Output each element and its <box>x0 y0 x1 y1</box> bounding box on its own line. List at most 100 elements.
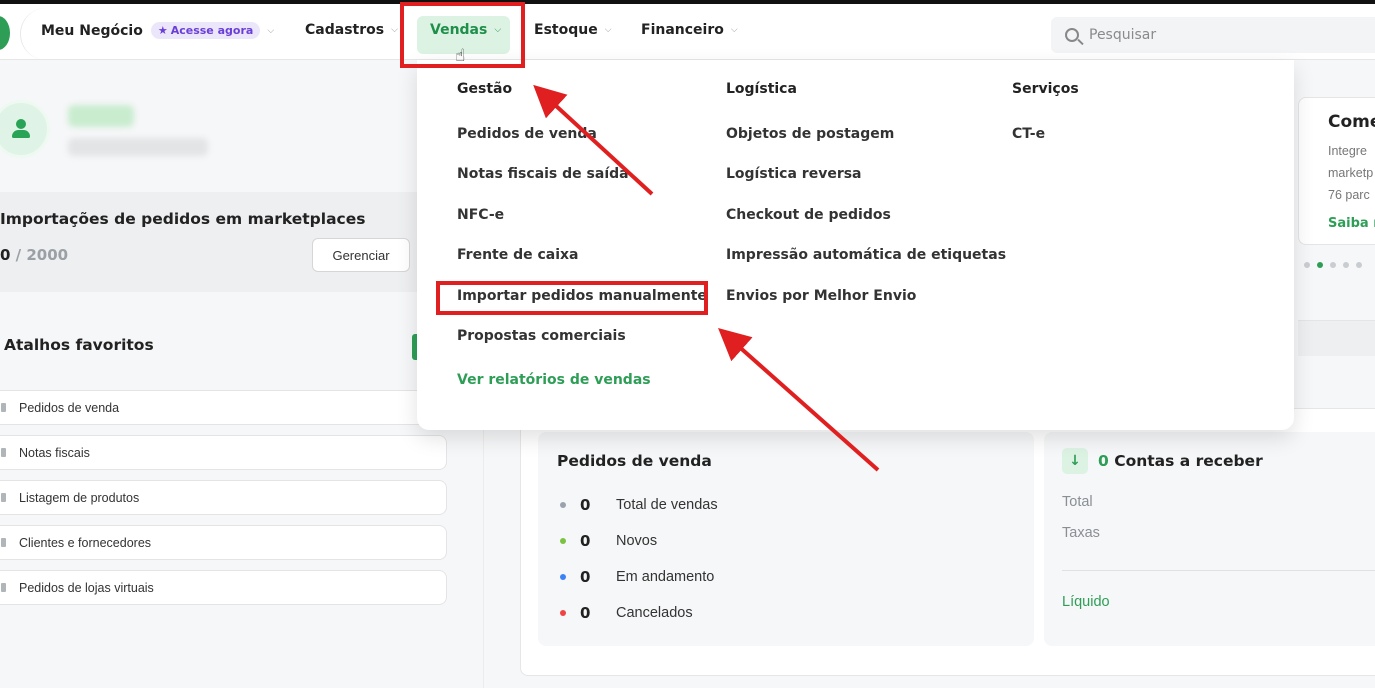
pedidos-row[interactable]: 0 Em andamento <box>557 566 714 588</box>
contas-header: ↓ 0 Contas a receber <box>1062 448 1263 474</box>
top-navbar: Meu Negócio ★ Acesse agora ⌵ Cadastros ⌵ … <box>0 4 1375 60</box>
favorite-item[interactable]: Notas fiscais <box>0 435 447 470</box>
menu-item-checkout-pedidos[interactable]: Checkout de pedidos <box>726 207 891 223</box>
pedidos-row[interactable]: 0 Cancelados <box>557 602 693 624</box>
pedidos-row[interactable]: 0 Total de vendas <box>557 494 718 516</box>
status-dot-icon <box>560 538 566 544</box>
highlight-importar-box <box>436 281 708 315</box>
imports-current: 0 <box>0 246 11 264</box>
contas-title: 0 Contas a receber <box>1098 452 1263 470</box>
document-icon <box>1 403 6 412</box>
nav-financeiro-label: Financeiro <box>641 22 724 38</box>
favorite-item-label: Listagem de produtos <box>19 490 140 505</box>
menu-item-frente-de-caixa[interactable]: Frente de caixa <box>457 247 579 263</box>
document-icon <box>1 448 6 457</box>
hand-cursor-icon: ☝ <box>455 46 466 66</box>
search-input[interactable] <box>1089 27 1329 43</box>
contas-count: 0 <box>1098 452 1109 470</box>
menu-item-nfce[interactable]: NFC-e <box>457 207 504 223</box>
nav-cadastros[interactable]: Cadastros ⌵ <box>305 22 398 38</box>
contas-liquido-label: Líquido <box>1062 594 1110 610</box>
status-dot-icon <box>560 502 566 508</box>
promo-line: 76 parc <box>1328 188 1370 202</box>
avatar[interactable] <box>0 100 50 158</box>
chevron-down-icon: ⌵ <box>391 25 398 35</box>
promo-title: Come <box>1328 112 1375 132</box>
chevron-down-icon: ⌵ <box>267 25 275 36</box>
blurred-company <box>68 138 208 156</box>
imports-separator: / <box>10 246 27 264</box>
favorite-item-label: Pedidos de venda <box>19 400 120 415</box>
menu-item-melhor-envio[interactable]: Envios por Melhor Envio <box>726 288 916 304</box>
favorite-item[interactable]: Listagem de produtos <box>0 480 447 515</box>
favorite-item-label: Notas fiscais <box>19 445 90 460</box>
favorite-item[interactable]: Clientes e fornecedores <box>0 525 447 560</box>
favorite-item[interactable]: Pedidos de venda <box>0 390 447 425</box>
search-icon <box>1065 28 1079 42</box>
menu-item-objetos-postagem[interactable]: Objetos de postagem <box>726 126 894 142</box>
search-box[interactable] <box>1051 17 1375 53</box>
pedidos-row[interactable]: 0 Novos <box>557 530 657 552</box>
acesse-agora-badge[interactable]: ★ Acesse agora <box>150 22 261 39</box>
right-panel-strip <box>1298 320 1375 356</box>
document-icon <box>1 538 6 547</box>
nav-cadastros-label: Cadastros <box>305 22 385 38</box>
menu-item-impressao-etiquetas[interactable]: Impressão automática de etiquetas <box>726 247 1006 263</box>
imports-count: 0 / 2000 <box>0 246 68 264</box>
carousel-dot-active[interactable] <box>1317 262 1323 268</box>
carousel-dot[interactable] <box>1304 262 1310 268</box>
gerenciar-button[interactable]: Gerenciar <box>312 238 410 272</box>
menu-item-logistica-reversa[interactable]: Logística reversa <box>726 166 862 182</box>
arrow-down-icon: ↓ <box>1062 448 1088 474</box>
pedidos-label: Em andamento <box>616 569 715 585</box>
logo-icon[interactable] <box>0 16 10 50</box>
marketplace-imports-panel: Importações de pedidos em marketplaces 0… <box>0 192 420 292</box>
document-icon <box>1 493 6 502</box>
contas-receber-card: ↓ 0 Contas a receber Total Taxas Líquido <box>1044 432 1375 646</box>
dropdown-heading-logistica: Logística <box>726 81 797 97</box>
status-dot-icon <box>560 574 566 580</box>
contas-total-label: Total <box>1062 494 1093 510</box>
dropdown-heading-gestao: Gestão <box>457 81 513 97</box>
carousel-dot[interactable] <box>1330 262 1336 268</box>
pedidos-value: 0 <box>580 604 591 622</box>
chevron-down-icon: ⌵ <box>730 25 738 35</box>
menu-item-cte[interactable]: CT-e <box>1012 126 1045 142</box>
favorite-item-label: Clientes e fornecedores <box>19 535 152 550</box>
pedidos-card: Pedidos de venda 0 Total de vendas 0 Nov… <box>538 432 1034 646</box>
nav-meu-negocio-label: Meu Negócio <box>41 22 143 39</box>
imports-title: Importações de pedidos em marketplaces <box>0 210 366 228</box>
favorite-item-label: Pedidos de lojas virtuais <box>19 580 154 595</box>
badge-label: Acesse agora <box>170 24 254 37</box>
pedidos-value: 0 <box>580 532 591 550</box>
carousel-dots <box>1304 262 1362 268</box>
pedidos-card-title: Pedidos de venda <box>557 452 712 470</box>
divider <box>1062 570 1375 571</box>
chevron-down-icon: ⌵ <box>604 25 612 35</box>
pedidos-value: 0 <box>580 568 591 586</box>
nav-estoque-label: Estoque <box>534 22 598 38</box>
user-icon <box>11 119 31 139</box>
blurred-username <box>68 105 134 127</box>
left-column: Importações de pedidos em marketplaces 0… <box>0 60 484 688</box>
imports-total: 2000 <box>26 246 69 264</box>
menu-item-notas-fiscais-saida[interactable]: Notas fiscais de saída <box>457 166 629 182</box>
favorites-title: Atalhos favoritos <box>4 336 154 354</box>
star-icon: ★ <box>157 24 168 37</box>
menu-item-propostas-comerciais[interactable]: Propostas comerciais <box>457 328 626 344</box>
favorite-item[interactable]: Pedidos de lojas virtuais <box>0 570 447 605</box>
contas-taxas-label: Taxas <box>1062 525 1100 541</box>
nav-meu-negocio[interactable]: Meu Negócio ★ Acesse agora ⌵ <box>41 22 274 39</box>
pedidos-value: 0 <box>580 496 591 514</box>
menu-item-pedidos-de-venda[interactable]: Pedidos de venda <box>457 126 597 142</box>
document-icon <box>1 583 6 592</box>
status-dot-icon <box>560 610 566 616</box>
ver-relatorios-link[interactable]: Ver relatórios de vendas <box>457 372 651 388</box>
carousel-dot[interactable] <box>1356 262 1362 268</box>
favorites-list: Pedidos de venda Notas fiscais Listagem … <box>0 390 447 615</box>
carousel-dot[interactable] <box>1343 262 1349 268</box>
nav-financeiro[interactable]: Financeiro ⌵ <box>641 22 738 38</box>
promo-link[interactable]: Saiba r <box>1328 216 1375 231</box>
nav-estoque[interactable]: Estoque ⌵ <box>534 22 612 38</box>
promo-line: marketp <box>1328 166 1374 180</box>
